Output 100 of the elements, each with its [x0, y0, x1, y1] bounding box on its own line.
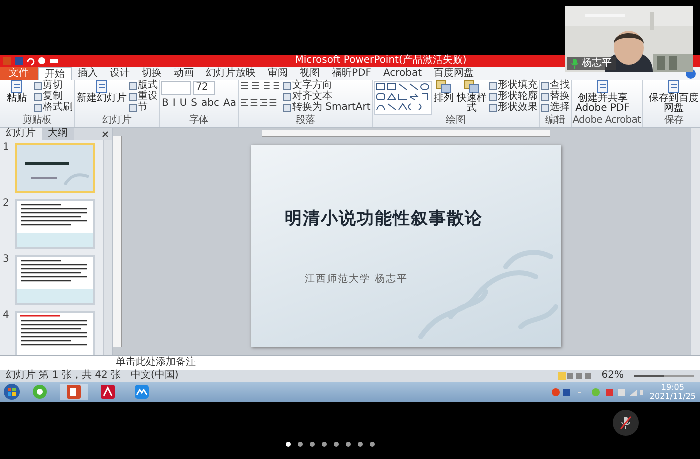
ribbon-button[interactable]: 版式 — [129, 80, 158, 91]
ribbon-button[interactable]: 形状填充 — [488, 80, 538, 91]
slide-info: 幻灯片 第 1 张，共 42 张 — [6, 370, 121, 382]
clock-date: 2021/11/25 — [650, 392, 696, 401]
format-button[interactable]: Aa — [222, 98, 238, 110]
scrollbar[interactable] — [103, 140, 112, 355]
ribbon-button[interactable]: 对齐文本 — [283, 91, 371, 102]
ribbon-button[interactable]: 形状轮廓 — [488, 91, 538, 102]
notes-field[interactable]: 单击此处添加备注 — [116, 356, 196, 370]
square-icon — [129, 82, 137, 90]
ribbon-button[interactable]: 创建并共享 Adobe PDF — [572, 80, 633, 115]
language-label: 中文(中国) — [130, 370, 179, 382]
close-icon[interactable] — [102, 130, 109, 138]
page-dot[interactable] — [358, 442, 362, 447]
ribbon-button[interactable]: 快速样式 — [456, 80, 488, 115]
slide-number: 3 — [3, 255, 10, 265]
format-button[interactable]: abc — [200, 98, 220, 110]
page-dot[interactable] — [346, 442, 350, 447]
ribbon-button[interactable]: 剪切 — [34, 80, 73, 91]
group-label: 绘图 — [445, 115, 466, 127]
page-dot[interactable] — [286, 442, 290, 447]
page-dot[interactable] — [370, 442, 374, 447]
square-icon — [129, 104, 137, 112]
ribbon-button[interactable]: 转换为 SmartArt — [283, 102, 371, 113]
square-icon — [540, 82, 549, 90]
ribbon-button[interactable]: 形状效果 — [488, 102, 538, 113]
slide-subtitle: 江西师范大学 杨志平 — [305, 272, 410, 286]
square-icon — [283, 92, 292, 100]
ribbon-button[interactable]: 替换 — [540, 91, 570, 102]
ribbon-button[interactable]: 保存到百度网盘 — [644, 80, 700, 115]
group-label: 段落 — [295, 115, 316, 127]
page-dot[interactable] — [334, 442, 338, 447]
page-dot[interactable] — [298, 442, 302, 447]
ribbon-button[interactable]: 新建幻灯片 — [76, 80, 128, 115]
zoom-level: 62% — [602, 370, 624, 382]
group-label: 保存 — [663, 115, 685, 127]
ribbon-tab[interactable]: 视图 — [294, 67, 326, 80]
ribbon-button[interactable]: 排列 — [432, 80, 455, 115]
presentation-app-icon[interactable] — [60, 384, 88, 400]
ribbon-button[interactable]: 复制 — [34, 91, 73, 102]
ribbon-tab[interactable]: 切换 — [136, 67, 168, 80]
format-button[interactable]: B — [161, 98, 170, 110]
ribbon-button[interactable]: 格式刷 — [34, 102, 73, 113]
panel-tab[interactable]: 幻灯片 — [0, 128, 42, 140]
format-button[interactable]: I — [172, 98, 177, 110]
group-label: 编辑 — [544, 115, 566, 127]
square-icon — [34, 92, 42, 100]
format-button[interactable]: U — [178, 98, 188, 110]
ribbon-tab[interactable]: 设计 — [104, 67, 136, 80]
square-icon — [488, 92, 497, 100]
group-label: 字体 — [188, 115, 210, 127]
view-icons[interactable] — [558, 372, 592, 380]
group-label: 剪贴板 — [22, 115, 52, 127]
ribbon-button[interactable]: 查找 — [540, 80, 570, 91]
ribbon-tab[interactable]: 插入 — [72, 67, 104, 80]
group-label: 幻灯片 — [102, 115, 133, 127]
panel-tab[interactable]: 大纲 — [42, 128, 74, 140]
ribbon-button[interactable]: 选择 — [540, 102, 570, 113]
font-name-field[interactable] — [161, 81, 191, 95]
window-title: Microsoft PowerPoint(产品激活失败) — [295, 55, 467, 67]
square-icon — [283, 82, 292, 90]
slide-number: 4 — [3, 311, 10, 321]
ribbon-tab[interactable]: 文件 — [0, 67, 38, 80]
slide-thumbnail[interactable] — [15, 143, 95, 193]
ribbon-button[interactable]: 文字方向 — [283, 80, 371, 91]
participant-name: 杨志平 — [582, 58, 612, 70]
ribbon-tab[interactable]: 开始 — [38, 67, 72, 80]
tray-icons[interactable] — [552, 388, 644, 396]
scrollbar[interactable] — [690, 128, 700, 355]
shapes-gallery[interactable] — [374, 81, 432, 115]
slide-number: 1 — [3, 143, 10, 153]
document-icon — [9, 80, 25, 94]
slide-thumbnail[interactable] — [15, 311, 95, 355]
ribbon-tab[interactable]: Acrobat — [377, 67, 428, 80]
ribbon-tab[interactable]: 动画 — [168, 67, 200, 80]
clock-time: 19:05 — [661, 383, 684, 392]
square-icon — [129, 92, 137, 100]
mute-button[interactable] — [613, 410, 639, 436]
square-icon — [488, 104, 497, 112]
slide-thumbnail[interactable] — [15, 199, 95, 249]
square-icon — [540, 92, 549, 100]
ribbon-button[interactable]: 粘贴 — [1, 80, 33, 115]
page-dot[interactable] — [310, 442, 314, 447]
slide-canvas[interactable]: 明清小说功能性叙事散论 江西师范大学 杨志平 — [251, 145, 561, 347]
format-button[interactable]: S — [190, 98, 199, 110]
ribbon-tab[interactable]: 百度网盘 — [428, 67, 480, 80]
page-dot[interactable] — [322, 442, 326, 447]
ribbon-button[interactable]: 重设 — [129, 91, 158, 102]
square-icon — [488, 82, 497, 90]
ribbon-button[interactable]: 节 — [129, 102, 158, 113]
stacked-squares-icon — [436, 80, 452, 94]
font-size-field[interactable]: 72 — [193, 81, 215, 95]
square-icon — [34, 82, 42, 90]
ribbon-tab[interactable]: 审阅 — [262, 67, 294, 80]
start-icon[interactable] — [4, 384, 20, 400]
slide-thumbnail[interactable] — [15, 255, 95, 305]
slide-title: 明清小说功能性叙事散论 — [285, 208, 484, 230]
microphone-icon — [619, 416, 633, 430]
ribbon-tab[interactable]: 福昕PDF — [326, 67, 378, 80]
ribbon-tab[interactable]: 幻灯片放映 — [200, 67, 262, 80]
